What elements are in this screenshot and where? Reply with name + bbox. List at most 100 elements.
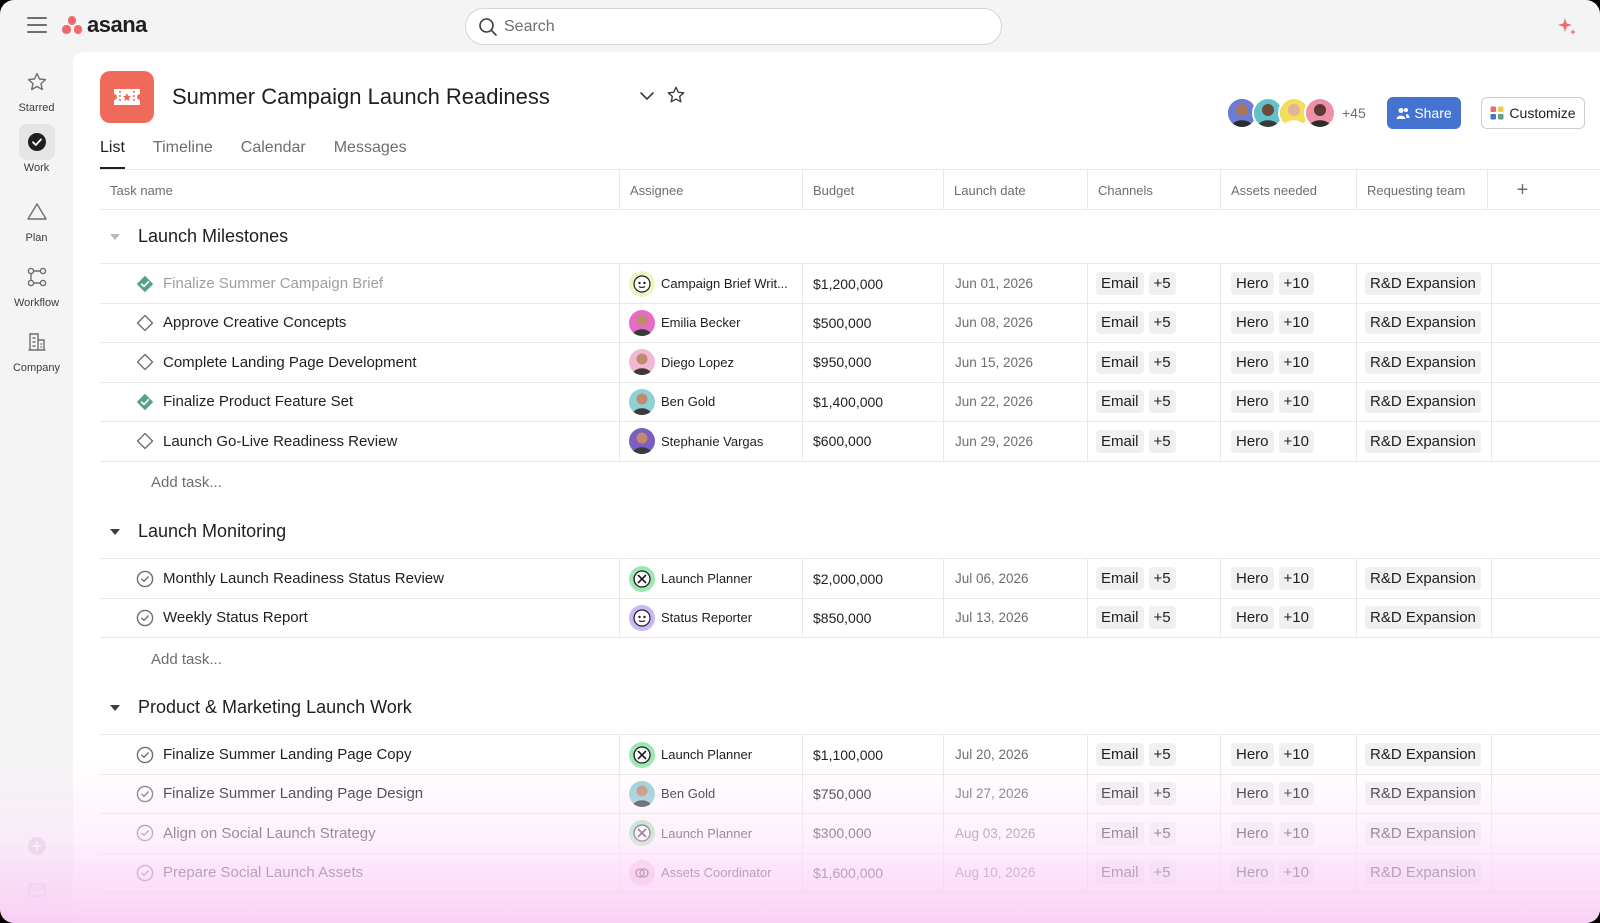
mail-icon[interactable] <box>27 880 47 900</box>
budget-cell[interactable]: $850,000 <box>803 598 944 638</box>
channels-cell[interactable]: Email +5 <box>1088 813 1221 853</box>
channels-cell[interactable]: Email +5 <box>1088 598 1221 638</box>
sparkle-ai-icon[interactable] <box>1556 16 1578 38</box>
budget-cell[interactable]: $750,000 <box>803 774 944 814</box>
complete-toggle-icon[interactable] <box>136 609 154 627</box>
table-row[interactable]: Monthly Launch Readiness Status Review La… <box>100 559 1600 599</box>
assignee-cell[interactable]: Ben Gold <box>620 382 803 422</box>
assignee-cell[interactable]: Emilia Becker <box>620 303 803 343</box>
assets-cell[interactable]: Hero +10 <box>1221 853 1357 893</box>
complete-toggle-icon[interactable] <box>136 785 154 803</box>
assets-cell[interactable]: Hero +10 <box>1221 735 1357 774</box>
requesting-team-cell[interactable]: R&D Expansion <box>1357 264 1492 303</box>
rail-item-plan[interactable]: Plan <box>0 194 73 244</box>
add-task-link[interactable]: Add task... <box>151 474 222 491</box>
column-header-requesting-team[interactable]: Requesting team <box>1357 170 1488 210</box>
task-name-cell[interactable]: Finalize Product Feature Set <box>100 382 620 422</box>
assignee-cell[interactable]: Launch Planner <box>620 559 803 598</box>
task-name-cell[interactable]: Complete Landing Page Development <box>100 342 620 382</box>
channels-cell[interactable]: Email +5 <box>1088 382 1221 422</box>
table-row[interactable]: Finalize Summer Campaign Brief Campaign B… <box>100 264 1600 304</box>
task-name-cell[interactable]: Weekly Status Report <box>100 598 620 638</box>
table-row[interactable]: Launch Go-Live Readiness Review Stephanie… <box>100 421 1600 462</box>
assignee-cell[interactable]: Ben Gold <box>620 774 803 814</box>
requesting-team-cell[interactable]: R&D Expansion <box>1357 853 1492 893</box>
table-row[interactable]: Complete Landing Page Development Diego L… <box>100 342 1600 383</box>
budget-cell[interactable]: $2,000,000 <box>803 559 944 598</box>
add-circle-icon[interactable] <box>27 836 47 856</box>
section-header[interactable]: Product & Marketing Launch Work <box>100 681 1600 735</box>
launch-date-cell[interactable]: Jun 01, 2026 <box>944 264 1088 303</box>
assets-cell[interactable]: Hero +10 <box>1221 559 1357 598</box>
budget-cell[interactable]: $950,000 <box>803 342 944 382</box>
complete-toggle-icon[interactable] <box>136 570 154 588</box>
launch-date-cell[interactable]: Aug 03, 2026 <box>944 813 1088 853</box>
complete-toggle-icon[interactable] <box>136 314 154 332</box>
member-avatars[interactable]: +45 <box>1226 97 1366 129</box>
task-name-cell[interactable]: Finalize Summer Landing Page Copy <box>100 735 620 774</box>
budget-cell[interactable]: $1,400,000 <box>803 382 944 422</box>
task-name[interactable]: Weekly Status Report <box>163 609 308 626</box>
rail-item-company[interactable]: Company <box>0 324 73 374</box>
table-row[interactable]: Approve Creative Concepts Emilia Becker $5… <box>100 303 1600 344</box>
column-header-channels[interactable]: Channels <box>1088 170 1221 210</box>
hamburger-menu-icon[interactable] <box>27 17 47 33</box>
assets-cell[interactable]: Hero +10 <box>1221 303 1357 343</box>
budget-cell[interactable]: $500,000 <box>803 303 944 343</box>
channels-cell[interactable]: Email +5 <box>1088 303 1221 343</box>
budget-cell[interactable]: $1,100,000 <box>803 735 944 774</box>
section-collapse-caret-icon[interactable] <box>100 528 130 536</box>
assets-cell[interactable]: Hero +10 <box>1221 598 1357 638</box>
share-button[interactable]: Share <box>1387 97 1461 129</box>
launch-date-cell[interactable]: Jun 08, 2026 <box>944 303 1088 343</box>
complete-toggle-icon[interactable] <box>136 432 154 450</box>
launch-date-cell[interactable]: Jul 27, 2026 <box>944 774 1088 814</box>
task-name-cell[interactable]: Approve Creative Concepts <box>100 303 620 343</box>
assignee-cell[interactable]: Launch Planner <box>620 735 803 774</box>
table-row[interactable]: Align on Social Launch Strategy Launch Pl… <box>100 813 1600 854</box>
launch-date-cell[interactable]: Jun 15, 2026 <box>944 342 1088 382</box>
assets-cell[interactable]: Hero +10 <box>1221 382 1357 422</box>
add-column-button[interactable]: + <box>1488 170 1557 210</box>
channels-cell[interactable]: Email +5 <box>1088 735 1221 774</box>
project-icon[interactable] <box>100 71 154 123</box>
launch-date-cell[interactable]: Jul 06, 2026 <box>944 559 1088 598</box>
rail-item-work[interactable]: Work <box>0 124 73 174</box>
search-input[interactable] <box>504 17 984 36</box>
assets-cell[interactable]: Hero +10 <box>1221 421 1357 461</box>
channels-cell[interactable]: Email +5 <box>1088 774 1221 814</box>
table-row[interactable]: Finalize Summer Landing Page Copy Launch … <box>100 735 1600 775</box>
assignee-cell[interactable]: Stephanie Vargas <box>620 421 803 461</box>
column-header-assignee[interactable]: Assignee <box>620 170 803 210</box>
requesting-team-cell[interactable]: R&D Expansion <box>1357 598 1492 638</box>
tab-calendar[interactable]: Calendar <box>241 136 306 169</box>
chevron-down-icon[interactable] <box>639 90 655 102</box>
assignee-cell[interactable]: Campaign Brief Writ... <box>620 264 803 303</box>
requesting-team-cell[interactable]: R&D Expansion <box>1357 382 1492 422</box>
budget-cell[interactable]: $1,600,000 <box>803 853 944 893</box>
complete-toggle-icon[interactable] <box>136 824 154 842</box>
assignee-cell[interactable]: Launch Planner <box>620 813 803 853</box>
column-header-task-name[interactable]: Task name <box>100 170 620 210</box>
column-header-budget[interactable]: Budget <box>803 170 944 210</box>
launch-date-cell[interactable]: Jun 29, 2026 <box>944 421 1088 461</box>
tab-timeline[interactable]: Timeline <box>153 136 213 169</box>
table-row[interactable]: Finalize Summer Landing Page Design Ben G… <box>100 774 1600 815</box>
column-header-assets-needed[interactable]: Assets needed <box>1221 170 1357 210</box>
task-name-cell[interactable]: Prepare Social Launch Assets <box>100 853 620 893</box>
assignee-cell[interactable]: Diego Lopez <box>620 342 803 382</box>
launch-date-cell[interactable]: Jun 22, 2026 <box>944 382 1088 422</box>
task-name[interactable]: Prepare Social Launch Assets <box>163 864 363 881</box>
task-name[interactable]: Approve Creative Concepts <box>163 314 346 331</box>
complete-toggle-icon[interactable] <box>136 353 154 371</box>
requesting-team-cell[interactable]: R&D Expansion <box>1357 303 1492 343</box>
channels-cell[interactable]: Email +5 <box>1088 264 1221 303</box>
channels-cell[interactable]: Email +5 <box>1088 559 1221 598</box>
task-name[interactable]: Finalize Summer Landing Page Design <box>163 785 423 802</box>
requesting-team-cell[interactable]: R&D Expansion <box>1357 342 1492 382</box>
table-row[interactable]: Weekly Status Report Status Reporter $850,… <box>100 598 1600 639</box>
task-name-cell[interactable]: Finalize Summer Campaign Brief <box>100 264 620 303</box>
rail-item-workflow[interactable]: Workflow <box>0 259 73 309</box>
search-bar[interactable] <box>465 8 1002 45</box>
requesting-team-cell[interactable]: R&D Expansion <box>1357 813 1492 853</box>
